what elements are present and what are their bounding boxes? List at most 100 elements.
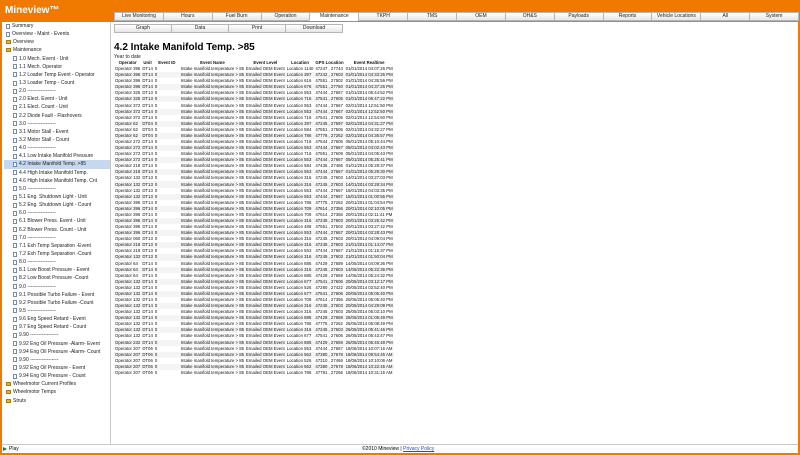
table-cell: Emailed OEM Event <box>245 254 286 261</box>
sidebar-item[interactable]: Summary <box>4 22 110 30</box>
table-cell: 21/01/2014 01:50:04 PM <box>344 254 394 261</box>
sidebar-item[interactable]: 9.6 Eng Speed Retard - Event <box>4 315 110 323</box>
sidebar-item[interactable]: 6.0 ----------------- <box>4 209 110 217</box>
sidebar-item[interactable]: 9.92 Eng Oil Pressure -Alarm- Event <box>4 339 110 347</box>
sidebar-item[interactable]: 4.4 High Intake Manifold Temp. <box>4 169 110 177</box>
subtab-graph[interactable]: Graph <box>114 24 172 33</box>
sidebar-item[interactable]: Overview <box>4 38 110 46</box>
tab-operation[interactable]: Operation <box>260 12 311 21</box>
table-cell: Location 709 <box>285 205 315 212</box>
sidebar-item-label: 7.0 ----------------- <box>19 234 56 241</box>
sidebar-item[interactable]: 2.0 ----------------- <box>4 87 110 95</box>
privacy-policy-link[interactable]: Privacy Policy <box>403 446 434 452</box>
table-cell: Operator 132 <box>114 254 142 261</box>
sidebar-item[interactable]: 4.0 ----------------- <box>4 144 110 152</box>
sidebar-item[interactable]: 1.0 Mech. Event - Unit <box>4 55 110 63</box>
tab-all[interactable]: All <box>700 12 751 21</box>
sidebar-item[interactable]: 9.90 ----------------- <box>4 356 110 364</box>
sidebar-item[interactable]: 5.1 Eng. Shutdown Light - Unit <box>4 193 110 201</box>
sidebar-item[interactable]: Wheelmotor Temps <box>4 388 110 396</box>
sidebar-item[interactable]: 9.94 Eng Oil Pressure - Count <box>4 372 110 380</box>
table-cell: 26/05/2014 05:43:47 PM <box>345 333 393 339</box>
tab-hours[interactable]: Hours <box>162 12 213 21</box>
table-cell: Operator 372 <box>114 108 142 115</box>
sidebar-item[interactable]: 4.6 High Intake Manifold Temp. Cnt <box>4 177 110 185</box>
table-cell: Emailed OEM Event <box>246 272 285 278</box>
table-cell: Intake manifold temperature > 85 <box>180 357 245 363</box>
sidebar-item[interactable]: 3.0 ----------------- <box>4 120 110 128</box>
sidebar-item[interactable]: 4.1 Low Intake Manifold Pressure <box>4 152 110 160</box>
sidebar-item[interactable]: 5.2 Eng. Shutdown Light - Count <box>4 201 110 209</box>
sidebar-item[interactable]: 7.2 Exh Temp Separation -Count <box>4 250 110 258</box>
sidebar-item[interactable]: 6.2 Blower Press. Count - Unit <box>4 226 110 234</box>
tab-reports[interactable]: Reports <box>602 12 653 21</box>
table-cell: DT04 <box>142 126 153 132</box>
sidebar-item[interactable]: 1.3 Loader Temp - Count <box>4 79 110 87</box>
table-cell: 15/01/2014 04:03:35 PM <box>345 187 393 193</box>
sidebar-item[interactable]: 9.5 ----------------- <box>4 307 110 315</box>
sidebar-item[interactable]: Maintenance <box>4 46 110 54</box>
tab-tms[interactable]: TMS <box>407 12 458 21</box>
sidebar-item[interactable]: Overview - Maint - Events <box>4 30 110 38</box>
sidebar-item[interactable]: 9.94 Eng Oil Pressure -Alarm- Count <box>4 348 110 356</box>
sidebar-item[interactable]: 1.2 Loader Temp Event - Operator <box>4 71 110 79</box>
tab-oh-s[interactable]: OH&S <box>504 12 555 21</box>
sidebar-item[interactable]: 9.2 Possible Turbo Failure -Count <box>4 299 110 307</box>
sidebar-item[interactable]: 1.1 Mech. Operator <box>4 63 110 71</box>
sidebar-item[interactable]: 9.90 ----------------- <box>4 331 110 339</box>
sidebar-item[interactable]: 9.7 Eng Speed Retard - Count <box>4 323 110 331</box>
subtab-data[interactable]: Data <box>171 24 229 33</box>
sidebar-item[interactable]: 4.2 Intake Manifold Temp. >85 <box>4 160 110 169</box>
sidebar-item-label: 1.1 Mech. Operator <box>19 63 63 70</box>
document-icon <box>13 88 17 94</box>
document-icon <box>13 275 17 281</box>
folder-icon <box>6 40 11 45</box>
table-row: Operator 62 DT04 0 Intake manifold temperat… <box>114 120 394 127</box>
tab-live-monitoring[interactable]: Live Monitoring <box>114 12 164 21</box>
sidebar-item[interactable]: 8.2 Low Boost Pressure -Count <box>4 274 110 282</box>
table-row: Operator 396 DT14 0 Intake manifold tempera… <box>114 205 394 212</box>
sidebar-item[interactable]: 9.92 Eng Oil Pressure - Event <box>4 364 110 372</box>
sidebar-item[interactable]: 9.0 ----------------- <box>4 283 110 291</box>
footer: Play ©2010 Mineview | Privacy Policy <box>2 444 798 453</box>
sidebar-item[interactable]: 7.0 ----------------- <box>4 234 110 242</box>
sidebar-item[interactable]: 2.2 Diode Fault - Flashovers <box>4 112 110 120</box>
table-cell: 47245 , 27603 <box>314 254 345 261</box>
sidebar-item[interactable]: 2.1 Elect. Count - Unit <box>4 103 110 111</box>
sidebar-item[interactable]: 8.0 ----------------- <box>4 258 110 266</box>
table-cell: Intake manifold temperature > 85 <box>180 126 245 132</box>
sidebar-item[interactable]: 3.1 Motor Stall - Event <box>4 128 110 136</box>
tab-tkph[interactable]: TKPH <box>358 12 409 21</box>
sidebar-item[interactable]: 6.1 Blower Press. Event - Unit <box>4 217 110 225</box>
table-cell: 47280 , 27422 <box>315 284 343 290</box>
sidebar-item[interactable]: 3.2 Motor Stall - Count <box>4 136 110 144</box>
sidebar-item[interactable]: Wheelmotor Current Profiles <box>4 380 110 388</box>
sidebar-item[interactable]: 8.1 Low Boost Pressure - Event <box>4 266 110 274</box>
sidebar-item[interactable]: 2.0 Elect. Event - Unit <box>4 95 110 103</box>
table-cell: DT06 <box>141 363 154 370</box>
table-cell: 47245 , 27597 <box>314 120 345 127</box>
play-button[interactable]: Play <box>3 445 19 453</box>
subtab-download[interactable]: Download <box>285 24 343 33</box>
document-icon <box>13 243 17 249</box>
tab-fuel-burn[interactable]: Fuel Burn <box>211 12 262 21</box>
subtab-print[interactable]: Print <box>228 24 286 33</box>
sidebar-item[interactable]: 5.0 ----------------- <box>4 185 110 193</box>
tab-system[interactable]: System <box>749 12 800 21</box>
tab-oem[interactable]: OEM <box>456 12 506 21</box>
table-cell: Emailed OEM Event <box>245 193 286 200</box>
sidebar-item[interactable]: 9.1 Possible Turbo Failure - Event <box>4 291 110 299</box>
sidebar-item-label: 9.1 Possible Turbo Failure - Event <box>19 291 95 298</box>
table-cell: 20/05/2014 03:52:40 PM <box>345 284 393 290</box>
sidebar-item[interactable]: 7.1 Exh Temp Separation -Event <box>4 242 110 250</box>
sidebar-item-label: Maintenance <box>13 47 42 54</box>
sidebar-item-label: 9.6 Eng Speed Retard - Event <box>19 316 86 323</box>
copyright: ©2010 Mineview | Privacy Policy <box>362 445 434 453</box>
tab-payloads[interactable]: Payloads <box>553 12 604 21</box>
table-cell: Location 553 <box>286 102 312 108</box>
sidebar-item[interactable]: Struts <box>4 396 110 404</box>
document-icon <box>13 259 17 265</box>
tab-vehicle-locations[interactable]: Vehicle Locations <box>651 12 702 21</box>
table-row: Operator 232 DT14 0 Intake manifold tempera… <box>114 339 394 346</box>
tab-maintenance[interactable]: Maintenance <box>309 12 360 21</box>
